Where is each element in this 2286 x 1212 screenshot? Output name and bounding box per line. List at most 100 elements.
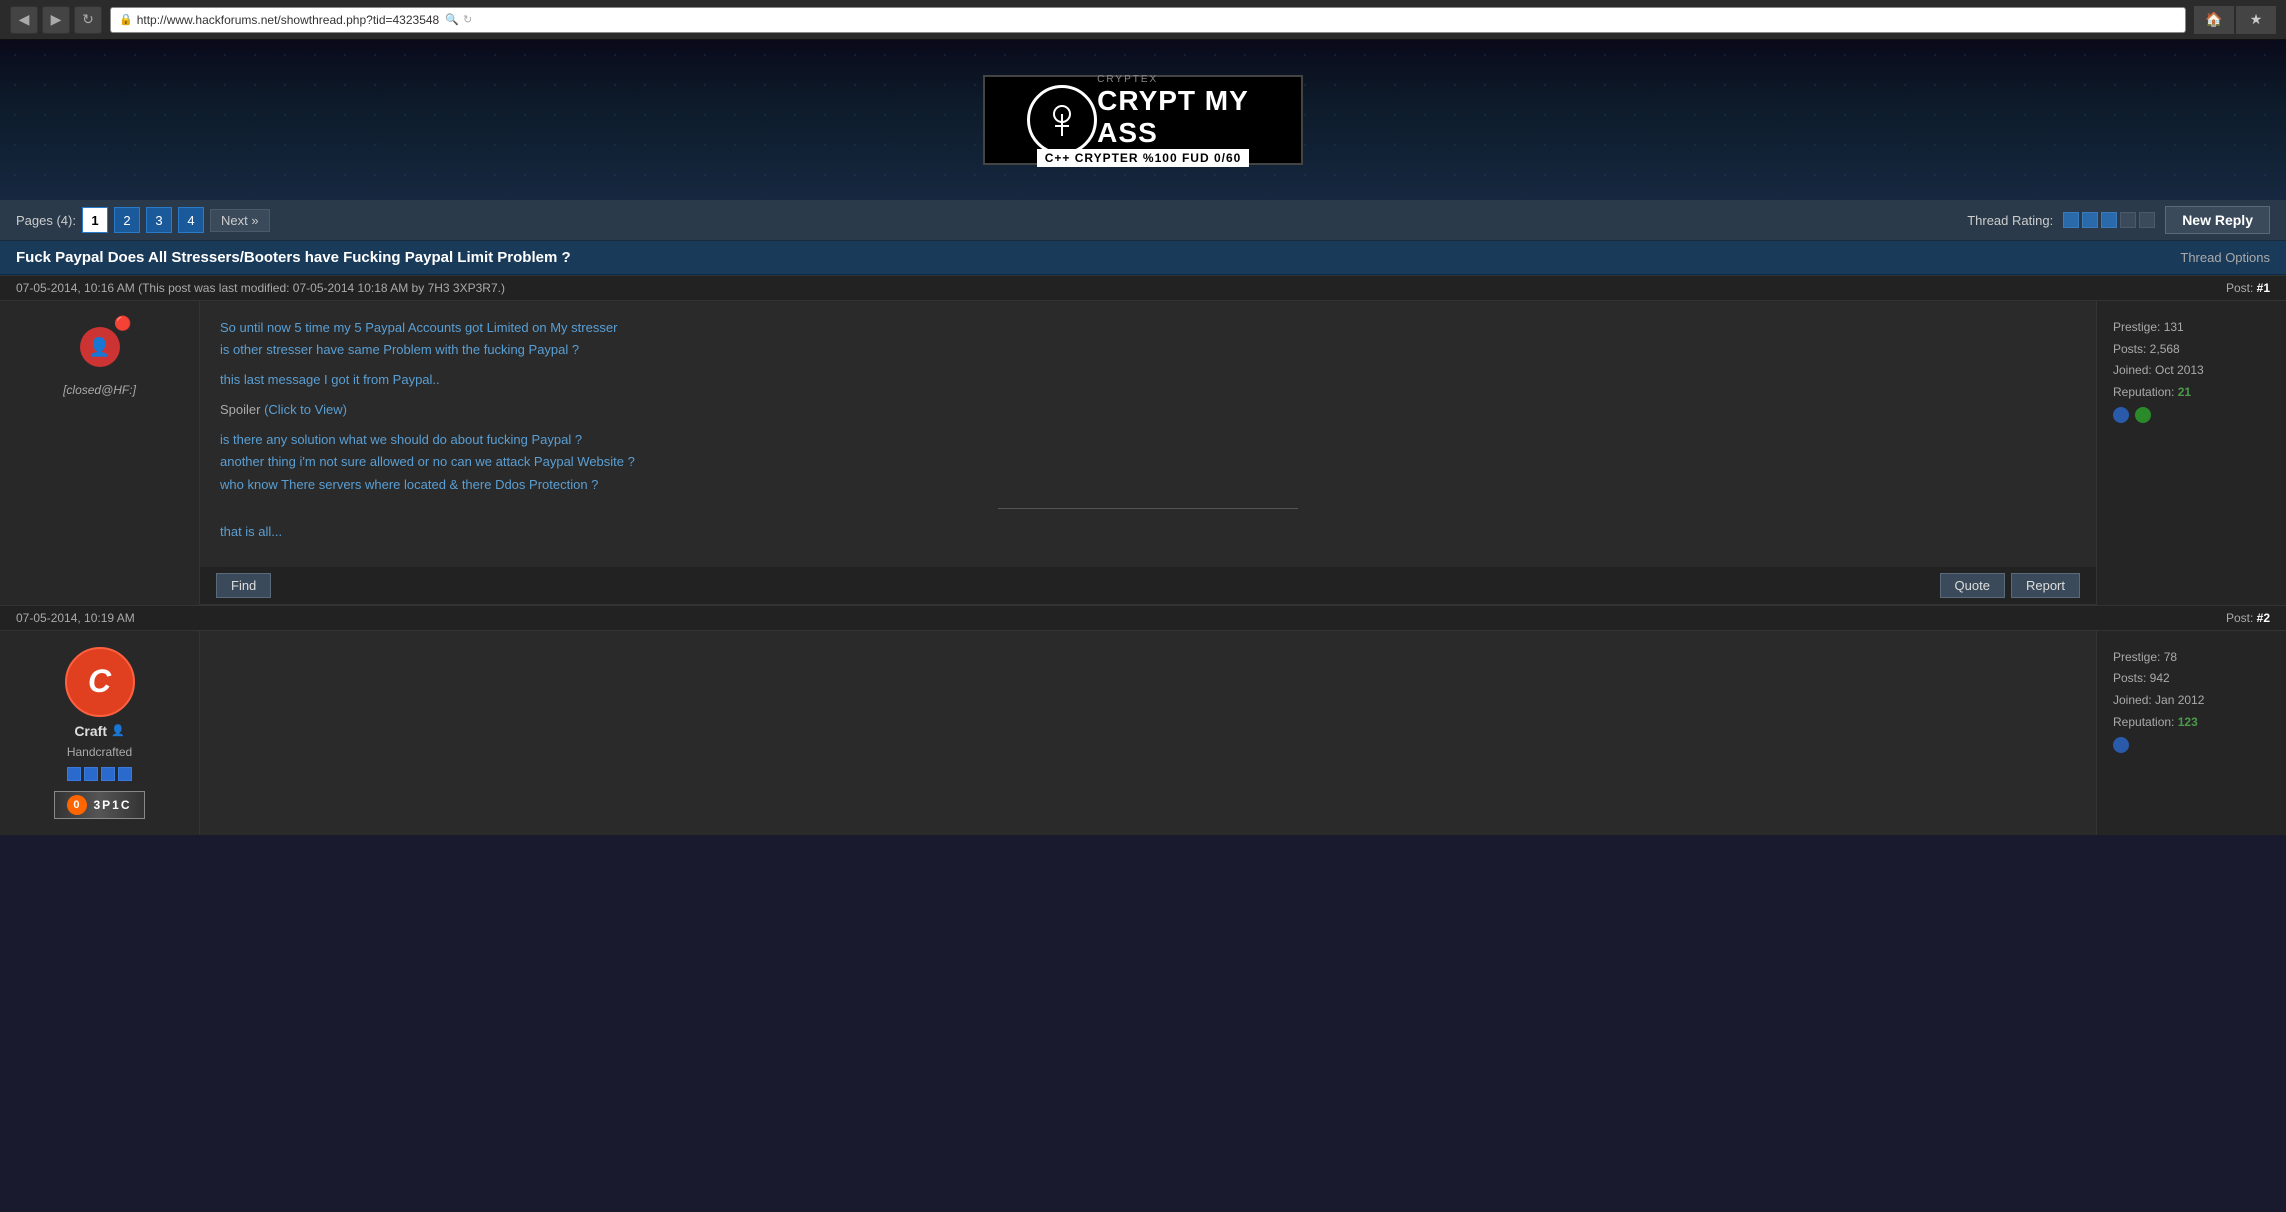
site-header: CRYPTEX CRYPT MY ASS C++ CRYPTER %100 FU…: [0, 40, 2286, 200]
thread-options-button[interactable]: Thread Options: [2180, 250, 2270, 265]
post-1-content: So until now 5 time my 5 Paypal Accounts…: [200, 301, 2096, 567]
reputation-value: 21: [2178, 385, 2191, 399]
thread-title-bar: Fuck Paypal Does All Stressers/Booters h…: [0, 241, 2286, 275]
spoiler-toggle[interactable]: (Click to View): [264, 402, 347, 417]
post-1-username[interactable]: [closed@HF:]: [63, 383, 136, 397]
post-2-timestamp: 07-05-2014, 10:19 AM: [16, 611, 135, 625]
forward-button[interactable]: ▶: [42, 6, 70, 34]
browser-chrome: ◀ ▶ ↻ 🔒 http://www.hackforums.net/showth…: [0, 0, 2286, 40]
rating-stars: [2063, 212, 2155, 228]
post-2-body: C Craft 👤 Handcrafted 0 3P1C Pres: [0, 631, 2286, 835]
zero-badge-icon: 0: [67, 795, 87, 815]
prestige-stat-2: Prestige: 78: [2113, 647, 2270, 669]
post-2-number: Post: #2: [2226, 611, 2270, 625]
rep-badge-blue-2: [2113, 737, 2129, 753]
epic-badge: 0 3P1C: [54, 791, 144, 819]
post-1-body: 👤 🔴 [closed@HF:] So until now 5 time my …: [0, 301, 2286, 605]
star-2: [2082, 212, 2098, 228]
pip-4: [118, 767, 132, 781]
pip-3: [101, 767, 115, 781]
post-1-actions: Quote Report: [1940, 573, 2080, 598]
reputation-stat: Reputation: 21: [2113, 382, 2270, 404]
spoiler-line: Spoiler (Click to View): [220, 399, 2076, 421]
thread-nav-right: Thread Rating: New Reply: [1967, 206, 2270, 234]
page-2-button[interactable]: 2: [114, 207, 140, 233]
post-1-stats: Prestige: 131 Posts: 2,568 Joined: Oct 2…: [2096, 301, 2286, 605]
post-2-avatar: C: [65, 647, 135, 717]
thread-navigation: Pages (4): 1 2 3 4 Next » Thread Rating:…: [0, 200, 2286, 241]
reputation-stat-2: Reputation: 123: [2113, 712, 2270, 734]
reputation-value-2: 123: [2178, 715, 2198, 729]
posts-stat-2: Posts: 942: [2113, 668, 2270, 690]
post-1-header: 07-05-2014, 10:16 AM (This post was last…: [0, 275, 2286, 301]
rep-badge-green: [2135, 407, 2151, 423]
joined-stat-2: Joined: Jan 2012: [2113, 690, 2270, 712]
report-button[interactable]: Report: [2011, 573, 2080, 598]
post-separator: [998, 508, 1298, 509]
refresh-icon: ↻: [463, 13, 472, 26]
banner-logo-circle: [1027, 85, 1097, 155]
thread-rating-label: Thread Rating:: [1967, 213, 2053, 228]
post-line-1: So until now 5 time my 5 Paypal Accounts…: [220, 317, 2076, 361]
post-2-main: [200, 631, 2096, 835]
post-1-footer: Find Quote Report: [200, 567, 2096, 605]
post-final-line: that is all...: [220, 521, 2076, 543]
post-line-3: is there any solution what we should do …: [220, 429, 2076, 495]
new-reply-button[interactable]: New Reply: [2165, 206, 2270, 234]
pages-label: Pages (4):: [16, 213, 76, 228]
spoiler-label: Spoiler: [220, 402, 264, 417]
url-text: http://www.hackforums.net/showthread.php…: [137, 13, 440, 27]
banner-top-text: CRYPTEX: [1097, 74, 1249, 85]
post-1-avatar: 👤 🔴: [70, 317, 130, 377]
lock-icon: 🔒: [119, 13, 133, 26]
avatar: 👤: [80, 327, 120, 367]
rank-pips: [67, 767, 132, 781]
pip-1: [67, 767, 81, 781]
window-controls: 🏠 ★: [2194, 6, 2276, 34]
page-1-button[interactable]: 1: [82, 207, 108, 233]
post-2-stats: Prestige: 78 Posts: 942 Joined: Jan 2012…: [2096, 631, 2286, 835]
rep-badge-blue: [2113, 407, 2129, 423]
star-5: [2139, 212, 2155, 228]
pip-2: [84, 767, 98, 781]
post-2: 07-05-2014, 10:19 AM Post: #2 C Craft 👤 …: [0, 605, 2286, 835]
banner-advertisement[interactable]: CRYPTEX CRYPT MY ASS C++ CRYPTER %100 FU…: [983, 75, 1303, 165]
next-page-button[interactable]: Next »: [210, 209, 270, 232]
post-2-username[interactable]: Craft 👤: [74, 723, 124, 739]
reputation-badges-2: [2113, 737, 2270, 753]
post-2-header: 07-05-2014, 10:19 AM Post: #2: [0, 605, 2286, 631]
epic-text: 3P1C: [93, 798, 131, 812]
joined-stat: Joined: Oct 2013: [2113, 360, 2270, 382]
post-2-rank: Handcrafted: [67, 745, 132, 759]
prestige-stat: Prestige: 131: [2113, 317, 2270, 339]
page-3-button[interactable]: 3: [146, 207, 172, 233]
star-3: [2101, 212, 2117, 228]
post-1-main: So until now 5 time my 5 Paypal Accounts…: [200, 301, 2096, 605]
post-1-number: Post: #1: [2226, 281, 2270, 295]
star-button[interactable]: ★: [2236, 6, 2276, 34]
post-1: 07-05-2014, 10:16 AM (This post was last…: [0, 275, 2286, 605]
page-4-button[interactable]: 4: [178, 207, 204, 233]
refresh-button[interactable]: ↻: [74, 6, 102, 34]
star-4: [2120, 212, 2136, 228]
back-button[interactable]: ◀: [10, 6, 38, 34]
post-2-user-info: C Craft 👤 Handcrafted 0 3P1C: [0, 631, 200, 835]
post-1-user-info: 👤 🔴 [closed@HF:]: [0, 301, 200, 605]
post-line-2: this last message I got it from Paypal..: [220, 369, 2076, 391]
quote-button[interactable]: Quote: [1940, 573, 2005, 598]
search-icon: 🔍: [445, 13, 459, 26]
status-icon: 🔴: [114, 315, 131, 332]
address-bar[interactable]: 🔒 http://www.hackforums.net/showthread.p…: [110, 7, 2186, 33]
browser-nav-buttons: ◀ ▶ ↻: [10, 6, 102, 34]
post-2-content: [200, 631, 2096, 835]
posts-stat: Posts: 2,568: [2113, 339, 2270, 361]
post-1-timestamp: 07-05-2014, 10:16 AM (This post was last…: [16, 281, 505, 295]
pagination: Pages (4): 1 2 3 4 Next »: [16, 207, 270, 233]
thread-title: Fuck Paypal Does All Stressers/Booters h…: [16, 249, 571, 266]
reputation-badges: [2113, 407, 2270, 423]
home-button[interactable]: 🏠: [2194, 6, 2234, 34]
banner-main-text: CRYPT MY ASS: [1097, 85, 1249, 149]
find-button[interactable]: Find: [216, 573, 271, 598]
post-1-text: So until now 5 time my 5 Paypal Accounts…: [220, 317, 2076, 543]
user-status-icon: 👤: [111, 724, 125, 737]
